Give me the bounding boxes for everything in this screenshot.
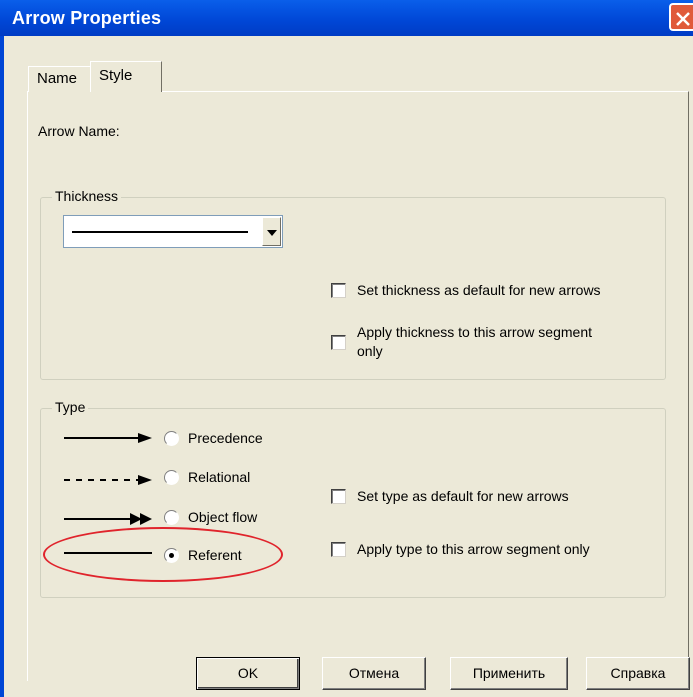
window-title: Arrow Properties (12, 8, 162, 28)
cancel-button[interactable]: Отмена (322, 657, 426, 690)
type-default-checkbox[interactable] (331, 489, 346, 504)
thickness-default-label: Set thickness as default for new arrows (357, 282, 601, 298)
close-button[interactable] (669, 3, 693, 31)
close-icon (676, 12, 690, 26)
tab-style-label: Style (99, 67, 133, 84)
thickness-line-preview (72, 231, 248, 233)
thickness-default-checkbox[interactable] (331, 283, 346, 298)
chevron-down-icon (267, 230, 277, 236)
radio-object-flow-label: Object flow (188, 509, 258, 525)
radio-relational-label: Relational (188, 469, 251, 485)
thickness-segment-checkbox[interactable] (331, 335, 346, 350)
type-segment-checkbox[interactable] (331, 542, 346, 557)
arrow-name-label: Arrow Name: (38, 123, 120, 139)
thickness-dropdown-button[interactable] (262, 217, 281, 246)
type-group-label: Type (52, 399, 89, 415)
double-head-arrow-icon (64, 513, 152, 525)
thickness-segment-label-line1: Apply thickness to this arrow segment (357, 324, 592, 340)
radio-precedence-label: Precedence (188, 430, 263, 446)
help-button[interactable]: Справка (586, 657, 690, 690)
radio-object-flow[interactable] (164, 510, 179, 525)
tab-name-label: Name (37, 70, 78, 87)
thickness-segment-label-line2: only (357, 343, 383, 359)
tab-name[interactable]: Name (28, 66, 91, 92)
thickness-select[interactable] (63, 215, 283, 248)
thickness-group-label: Thickness (52, 188, 122, 204)
radio-relational[interactable] (164, 470, 179, 485)
apply-button[interactable]: Применить (450, 657, 568, 690)
title-bar[interactable]: Arrow Properties (0, 0, 693, 36)
dashed-arrow-icon (64, 475, 152, 485)
type-default-label: Set type as default for new arrows (357, 488, 569, 504)
radio-precedence[interactable] (164, 431, 179, 446)
solid-arrow-icon (64, 433, 152, 443)
red-highlight-ellipse (43, 527, 283, 582)
tab-style[interactable]: Style (90, 61, 162, 92)
ok-button[interactable]: OK (196, 657, 300, 690)
type-segment-label: Apply type to this arrow segment only (357, 541, 590, 557)
